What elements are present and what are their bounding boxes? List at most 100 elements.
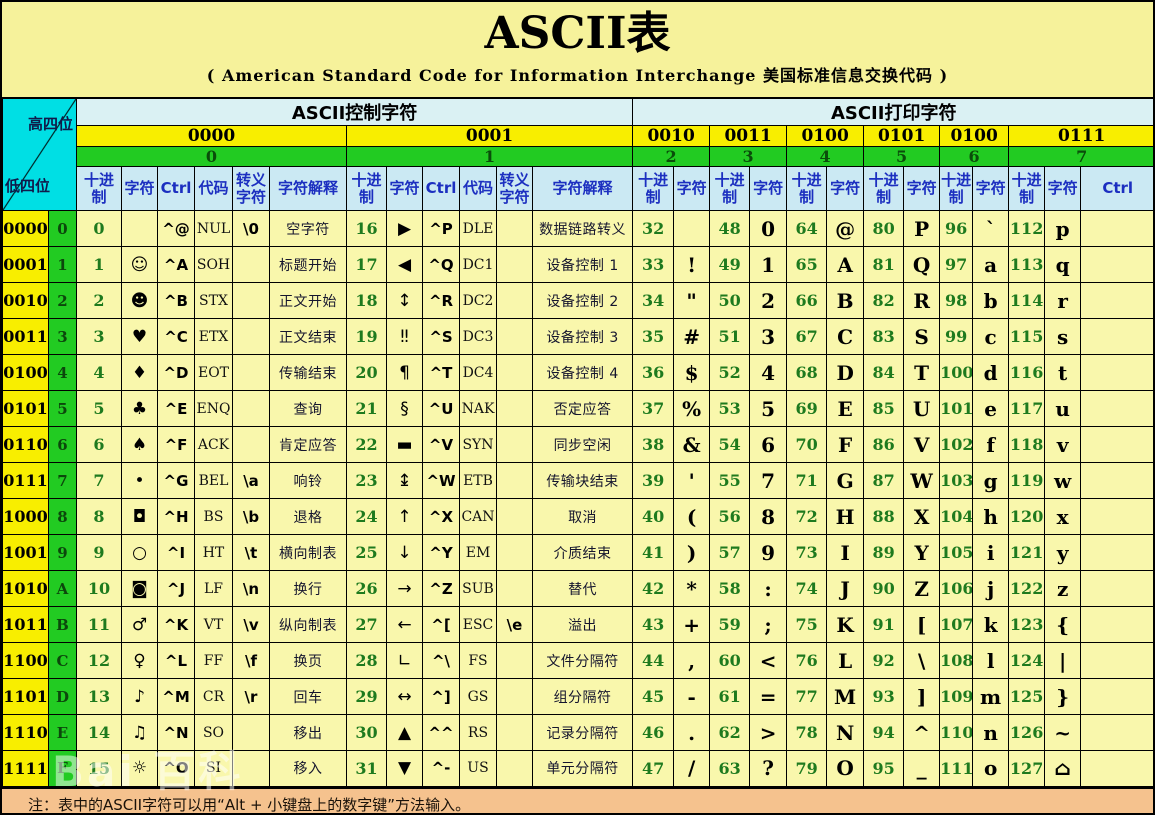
cell-ctrl: ^[ bbox=[422, 606, 460, 643]
cell-decimal: 74 bbox=[786, 570, 828, 607]
cell-ctrl: ^J bbox=[157, 570, 195, 607]
cell-print-char: F bbox=[826, 426, 865, 463]
cell-decimal: 2 bbox=[76, 282, 122, 319]
cell-description: 标题开始 bbox=[269, 246, 347, 283]
cell-code: US bbox=[459, 750, 497, 787]
cell-binary: 0111 bbox=[2, 462, 49, 499]
cell-decimal: 77 bbox=[786, 678, 828, 715]
cell-code: VT bbox=[194, 606, 233, 643]
cell-code: LF bbox=[194, 570, 233, 607]
cell-code: ESC bbox=[459, 606, 497, 643]
cell-print-char: p bbox=[1044, 210, 1082, 247]
cell-print-char: L bbox=[826, 642, 865, 679]
cell-control-char: → bbox=[386, 570, 423, 607]
cell-decimal: 116 bbox=[1008, 354, 1046, 391]
table-row: 0010 2 2 ☻ ^B STX 正文开始 18 ↕ ^R DC2 设备控制 2 34 " 50 2 66 B 8… bbox=[2, 282, 1153, 319]
cell-hex: 9 bbox=[48, 534, 77, 571]
cell-description: 换页 bbox=[269, 642, 347, 679]
cell-description: 溢出 bbox=[531, 606, 634, 643]
cell-description: 文件分隔符 bbox=[531, 642, 634, 679]
cell-decimal: 78 bbox=[786, 714, 828, 751]
cell-decimal: 48 bbox=[709, 210, 751, 247]
group-digit-5: 5 bbox=[863, 146, 941, 167]
cell-code: DC3 bbox=[459, 318, 497, 355]
cell-description: 查询 bbox=[269, 390, 347, 427]
cell-ctrl: ^- bbox=[422, 750, 460, 787]
cell-binary: 0010 bbox=[2, 282, 49, 319]
cell-decimal: 40 bbox=[632, 498, 675, 535]
cell-decimal: 112 bbox=[1008, 210, 1046, 247]
cell-control-char: ♥ bbox=[121, 318, 158, 355]
cell-escape bbox=[232, 426, 270, 463]
cell-code: EM bbox=[459, 534, 497, 571]
cell-print-char: / bbox=[673, 750, 711, 787]
cell-ctrl bbox=[1080, 534, 1153, 571]
cell-decimal: 75 bbox=[786, 606, 828, 643]
cell-code: NAK bbox=[459, 390, 497, 427]
cell-hex: B bbox=[48, 606, 77, 643]
cell-control-char: ♫ bbox=[121, 714, 158, 751]
cell-print-char: | bbox=[1044, 642, 1082, 679]
col-header-dec: 十进制 bbox=[939, 166, 974, 211]
cell-print-char: 3 bbox=[749, 318, 788, 355]
cell-print-char: } bbox=[1044, 678, 1082, 715]
cell-control-char: ◘ bbox=[121, 498, 158, 535]
cell-decimal: 45 bbox=[632, 678, 675, 715]
cell-decimal: 26 bbox=[346, 570, 387, 607]
cell-decimal: 6 bbox=[76, 426, 122, 463]
cell-ctrl bbox=[1080, 498, 1153, 535]
footnote: 注：表中的ASCII字符可以用“Alt + 小键盘上的数字键”方法输入。 bbox=[2, 787, 1153, 813]
cell-ctrl: ^U bbox=[422, 390, 460, 427]
cell-print-char: " bbox=[673, 282, 711, 319]
cell-print-char: > bbox=[749, 714, 788, 751]
cell-decimal: 19 bbox=[346, 318, 387, 355]
cell-escape bbox=[496, 534, 533, 571]
cell-code: DC4 bbox=[459, 354, 497, 391]
group-digit-3: 3 bbox=[709, 146, 788, 167]
cell-ctrl: ^@ bbox=[157, 210, 195, 247]
cell-hex: 4 bbox=[48, 354, 77, 391]
cell-ctrl: ^^ bbox=[422, 714, 460, 751]
cell-code: EOT bbox=[194, 354, 233, 391]
cell-print-char: I bbox=[826, 534, 865, 571]
cell-decimal: 70 bbox=[786, 426, 828, 463]
cell-hex: A bbox=[48, 570, 77, 607]
cell-decimal: 17 bbox=[346, 246, 387, 283]
cell-decimal: 69 bbox=[786, 390, 828, 427]
cell-decimal: 15 bbox=[76, 750, 122, 787]
cell-print-char: { bbox=[1044, 606, 1082, 643]
cell-control-char: ☼ bbox=[121, 750, 158, 787]
cell-print-char: R bbox=[903, 282, 941, 319]
cell-control-char: ↑ bbox=[386, 498, 423, 535]
cell-control-char: ▼ bbox=[386, 750, 423, 787]
cell-ctrl: ^C bbox=[157, 318, 195, 355]
cell-code: ACK bbox=[194, 426, 233, 463]
cell-decimal: 87 bbox=[863, 462, 905, 499]
corner-label-low-bits: 低四位 bbox=[5, 177, 51, 195]
cell-control-char: ↕ bbox=[386, 282, 423, 319]
cell-ctrl bbox=[1080, 750, 1153, 787]
binary-group-row: 0000 0001 0010 0011 0100 0101 0100 0111 bbox=[3, 125, 1153, 147]
cell-decimal: 38 bbox=[632, 426, 675, 463]
cell-hex: 7 bbox=[48, 462, 77, 499]
cell-decimal: 54 bbox=[709, 426, 751, 463]
cell-print-char: b bbox=[972, 282, 1010, 319]
cell-decimal: 90 bbox=[863, 570, 905, 607]
cell-decimal: 49 bbox=[709, 246, 751, 283]
cell-ctrl: ^Y bbox=[422, 534, 460, 571]
cell-decimal: 99 bbox=[939, 318, 974, 355]
cell-print-char: K bbox=[826, 606, 865, 643]
cell-print-char: C bbox=[826, 318, 865, 355]
cell-print-char: ^ bbox=[903, 714, 941, 751]
cell-decimal: 106 bbox=[939, 570, 974, 607]
cell-description: 取消 bbox=[531, 498, 634, 535]
cell-escape bbox=[496, 750, 533, 787]
cell-print-char: V bbox=[903, 426, 941, 463]
cell-decimal: 62 bbox=[709, 714, 751, 751]
ascii-table-body: 0000 0 0 ^@ NUL \0 空字符 16 ▶ ^P DLE 数据链路转义 32 48 0 64 @8… bbox=[2, 210, 1153, 787]
section-header-print: ASCII打印字符 bbox=[632, 97, 1153, 126]
cell-decimal: 63 bbox=[709, 750, 751, 787]
cell-control-char: ♣ bbox=[121, 390, 158, 427]
cell-ctrl: ^I bbox=[157, 534, 195, 571]
cell-description: 记录分隔符 bbox=[531, 714, 634, 751]
